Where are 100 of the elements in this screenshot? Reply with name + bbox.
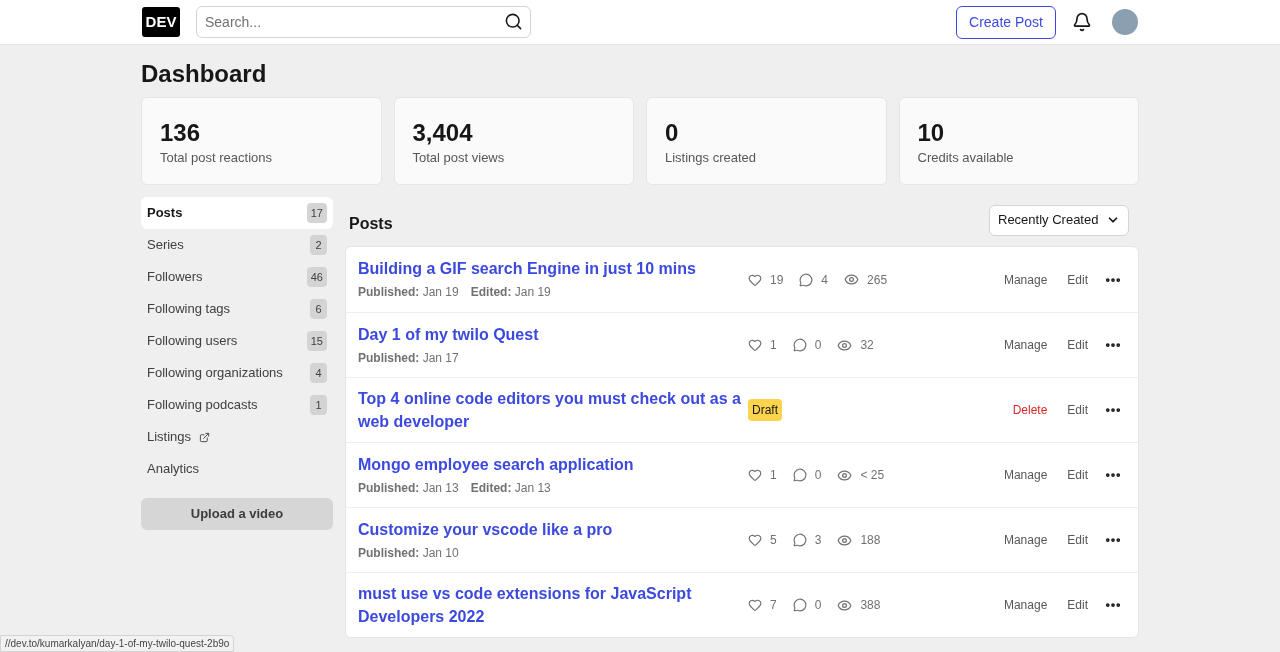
search-icon[interactable]: [504, 12, 523, 31]
reaction-count: 1: [770, 467, 777, 484]
post-title-link[interactable]: must use vs code extensions for JavaScript Developers 2022: [358, 582, 748, 628]
eye-icon: [837, 532, 853, 548]
stat-label: Total post views: [412, 149, 506, 167]
reaction-count: 1: [770, 337, 777, 354]
count-badge: 15: [306, 331, 327, 351]
view-count: < 25: [860, 467, 885, 484]
post-title-link[interactable]: Mongo employee search application: [358, 452, 748, 476]
stat-label: Credits available: [917, 149, 1015, 167]
edit-button[interactable]: Edit: [1059, 331, 1096, 359]
edit-button[interactable]: Edit: [1059, 591, 1096, 619]
comment-count: 0: [814, 467, 822, 484]
manage-button[interactable]: Manage: [995, 526, 1056, 554]
sidebar-label: Listings: [147, 428, 192, 446]
stat-label: Total post reactions: [160, 149, 273, 167]
eye-icon: [837, 467, 853, 483]
sidebar-item[interactable]: Following users 15: [141, 325, 333, 357]
view-count: 32: [860, 337, 874, 354]
count-badge: 1: [310, 395, 327, 415]
comment-icon: [792, 338, 807, 352]
page-title: Dashboard: [141, 59, 268, 89]
post-date: Published: Jan 13: [358, 479, 459, 497]
search-field[interactable]: Search...: [196, 6, 531, 38]
stat-label: Listings created: [665, 149, 758, 167]
post-date: Published: Jan 19: [358, 284, 459, 301]
count-badge: 4: [310, 363, 327, 383]
sidebar-label: Analytics: [147, 460, 200, 478]
post-date: Edited: Jan 19: [470, 284, 551, 301]
post-title-link[interactable]: Top 4 online code editors you must check out as a web developer: [358, 387, 748, 433]
heart-icon: [748, 272, 762, 287]
comment-icon: [792, 598, 807, 612]
notifications-icon[interactable]: [1072, 12, 1092, 32]
eye-icon: [844, 272, 860, 287]
draft-badge: Draft: [748, 399, 782, 421]
external-link-icon: [199, 431, 211, 443]
sidebar-item[interactable]: Following organizations 4: [141, 357, 333, 389]
sidebar-label: Following podcasts: [147, 396, 258, 414]
comment-icon: [792, 533, 807, 547]
sidebar-label: Following tags: [147, 300, 231, 318]
sort-dropdown[interactable]: Recently Created: [989, 204, 1129, 236]
sidebar-label: Series: [147, 236, 184, 254]
heart-icon: [748, 338, 762, 352]
eye-icon: [837, 337, 853, 353]
heart-icon: [748, 468, 762, 482]
edit-button[interactable]: Edit: [1059, 526, 1096, 554]
create-post-button[interactable]: Create Post: [956, 5, 1056, 39]
heart-icon: [748, 598, 762, 612]
posts-heading: Posts: [349, 214, 393, 234]
sidebar-label: Following users: [147, 332, 238, 350]
heart-icon: [748, 533, 762, 547]
comment-icon: [792, 468, 807, 482]
count-badge: 6: [310, 299, 327, 319]
delete-button[interactable]: Delete: [1004, 396, 1056, 424]
manage-button[interactable]: Manage: [995, 265, 1056, 294]
sidebar-item[interactable]: Analytics: [141, 453, 333, 485]
comment-count: 0: [814, 597, 822, 614]
sidebar-item[interactable]: Series 2: [141, 229, 333, 261]
count-badge: 17: [306, 203, 327, 223]
post-title-link[interactable]: Building a GIF search Engine in just 10 mins: [358, 257, 748, 280]
count-badge: 46: [306, 267, 327, 287]
comment-count: 4: [821, 271, 829, 289]
edit-button[interactable]: Edit: [1059, 396, 1096, 424]
eye-icon: [837, 597, 853, 613]
view-count: 265: [867, 271, 888, 289]
post-date: Edited: Jan 13: [470, 479, 551, 497]
sidebar-item[interactable]: Following podcasts 1: [141, 389, 333, 421]
logo[interactable]: DEV: [142, 7, 180, 37]
manage-button[interactable]: Manage: [995, 331, 1056, 359]
reaction-count: 5: [770, 532, 777, 549]
post-title-link[interactable]: Day 1 of my twilo Quest: [358, 322, 748, 346]
sidebar-item[interactable]: Following tags 6: [141, 293, 333, 325]
edit-button[interactable]: Edit: [1059, 461, 1096, 489]
sidebar-label: Followers: [147, 268, 203, 286]
sidebar-item[interactable]: Listings: [141, 421, 333, 453]
comment-count: 3: [814, 532, 822, 549]
comment-icon: [799, 272, 814, 287]
upload-video-button[interactable]: Upload a video: [141, 498, 333, 530]
reaction-count: 7: [770, 597, 777, 614]
manage-button[interactable]: Manage: [995, 461, 1056, 489]
manage-button[interactable]: Manage: [995, 591, 1056, 619]
edit-button[interactable]: Edit: [1059, 265, 1096, 294]
post-date: Published: Jan 17: [358, 349, 459, 367]
stat-value: 0: [665, 118, 680, 148]
post-date: Published: Jan 10: [358, 544, 459, 562]
reaction-count: 19: [770, 271, 784, 289]
sidebar-item[interactable]: Posts 17: [141, 197, 333, 229]
stat-value: 3,404: [412, 118, 474, 148]
post-title-link[interactable]: Customize your vscode like a pro: [358, 517, 748, 541]
sidebar-label: Following organizations: [147, 364, 283, 382]
count-badge: 2: [310, 235, 327, 255]
avatar[interactable]: [1112, 9, 1138, 35]
stat-value: 136: [160, 118, 202, 148]
sidebar-item[interactable]: Followers 46: [141, 261, 333, 293]
sidebar-label: Posts: [147, 204, 183, 222]
comment-count: 0: [814, 337, 822, 354]
view-count: 188: [860, 532, 881, 549]
stat-value: 10: [917, 118, 946, 148]
status-url: //dev.to/kumarkalyan/day-1-of-my-twilo-quest-2b9o: [0, 635, 235, 652]
view-count: 388: [860, 597, 881, 614]
